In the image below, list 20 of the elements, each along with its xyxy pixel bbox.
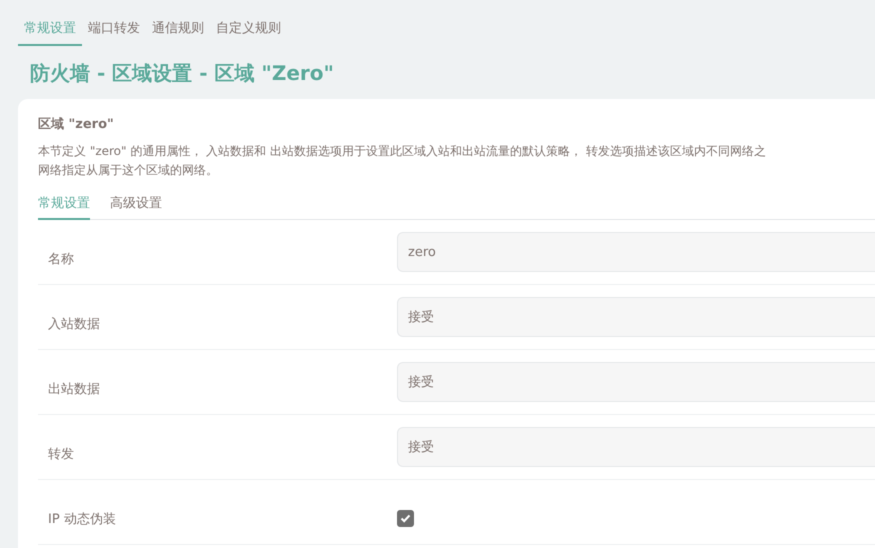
field-label: IP 动态伪装 <box>47 511 117 528</box>
field-label: 名称 <box>47 251 75 268</box>
field-label: 入站数据 <box>47 316 101 333</box>
field-label: 出站数据 <box>47 381 101 398</box>
select-field[interactable]: 接受 <box>397 362 875 402</box>
input-field[interactable]: zero <box>397 232 875 272</box>
checkbox[interactable] <box>397 510 414 526</box>
tab[interactable]: 高级设置 <box>110 190 162 220</box>
tab[interactable]: 自定义规则 <box>210 13 287 46</box>
field-label: 转发 <box>47 446 75 463</box>
tab[interactable]: 端口转发 <box>82 13 146 46</box>
tab[interactable]: 通信规则 <box>146 13 210 46</box>
description-text: 本节定义 "zero" 的通用属性， 入站数据和 出站数据选项用于设置此区域入站和出站流量的默认策略， 转发选项描述该区域内不同网络之 <box>38 143 767 160</box>
tab[interactable]: 常规设置 <box>38 190 90 220</box>
select-field[interactable]: 接受 <box>397 297 875 337</box>
tab[interactable]: 常规设置 <box>18 13 82 46</box>
section-title: 区域 "zero" <box>38 116 115 133</box>
page-title: 防火墙 - 区域设置 - 区域 "Zero" <box>30 60 335 87</box>
description-text: 网络指定从属于这个区域的网络。 <box>38 162 219 179</box>
select-field[interactable]: 接受 <box>397 427 875 467</box>
